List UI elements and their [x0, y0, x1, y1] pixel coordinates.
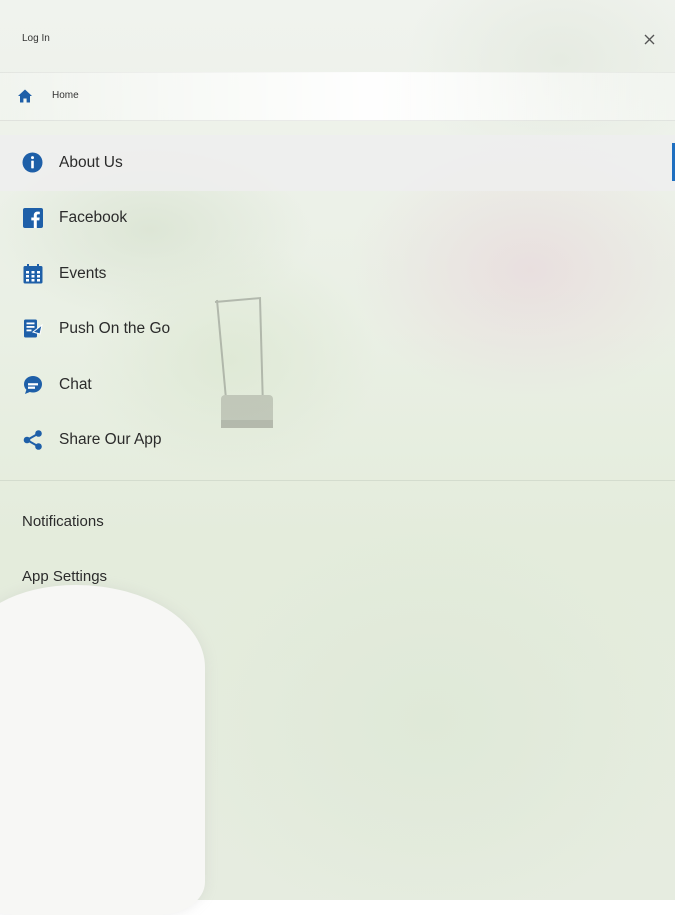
section-divider [0, 480, 675, 481]
menu-item-chat[interactable]: Chat [0, 357, 675, 413]
menu-item-label: Share Our App [59, 431, 162, 449]
calendar-icon [22, 263, 43, 284]
home-label: Home [52, 90, 79, 101]
menu-item-about-us[interactable]: About Us [0, 135, 675, 191]
navigation-drawer: Log In Home About Us Facebook Events Pus… [0, 0, 675, 900]
facebook-icon [22, 208, 43, 229]
menu-item-share-our-app[interactable]: Share Our App [0, 413, 675, 469]
notifications-link[interactable]: Notifications [22, 513, 104, 530]
close-button[interactable] [637, 27, 661, 51]
home-nav-item[interactable]: Home [0, 72, 675, 121]
drawer-header: Log In [0, 0, 675, 73]
menu-item-label: About Us [59, 153, 123, 171]
home-icon [18, 89, 32, 103]
menu-item-label: Chat [59, 375, 92, 393]
login-link[interactable]: Log In [22, 33, 50, 44]
main-menu: About Us Facebook Events Push On the Go … [0, 135, 675, 468]
menu-item-events[interactable]: Events [0, 246, 675, 302]
menu-item-push-on-the-go[interactable]: Push On the Go [0, 302, 675, 358]
info-icon [22, 152, 43, 173]
push-icon [22, 319, 43, 340]
app-settings-link[interactable]: App Settings [22, 568, 107, 585]
chat-icon [22, 374, 43, 395]
share-icon [22, 430, 43, 451]
close-icon [644, 34, 654, 44]
menu-item-facebook[interactable]: Facebook [0, 191, 675, 247]
menu-item-label: Facebook [59, 209, 128, 227]
menu-item-label: Push On the Go [59, 320, 171, 338]
menu-item-label: Events [59, 264, 107, 282]
